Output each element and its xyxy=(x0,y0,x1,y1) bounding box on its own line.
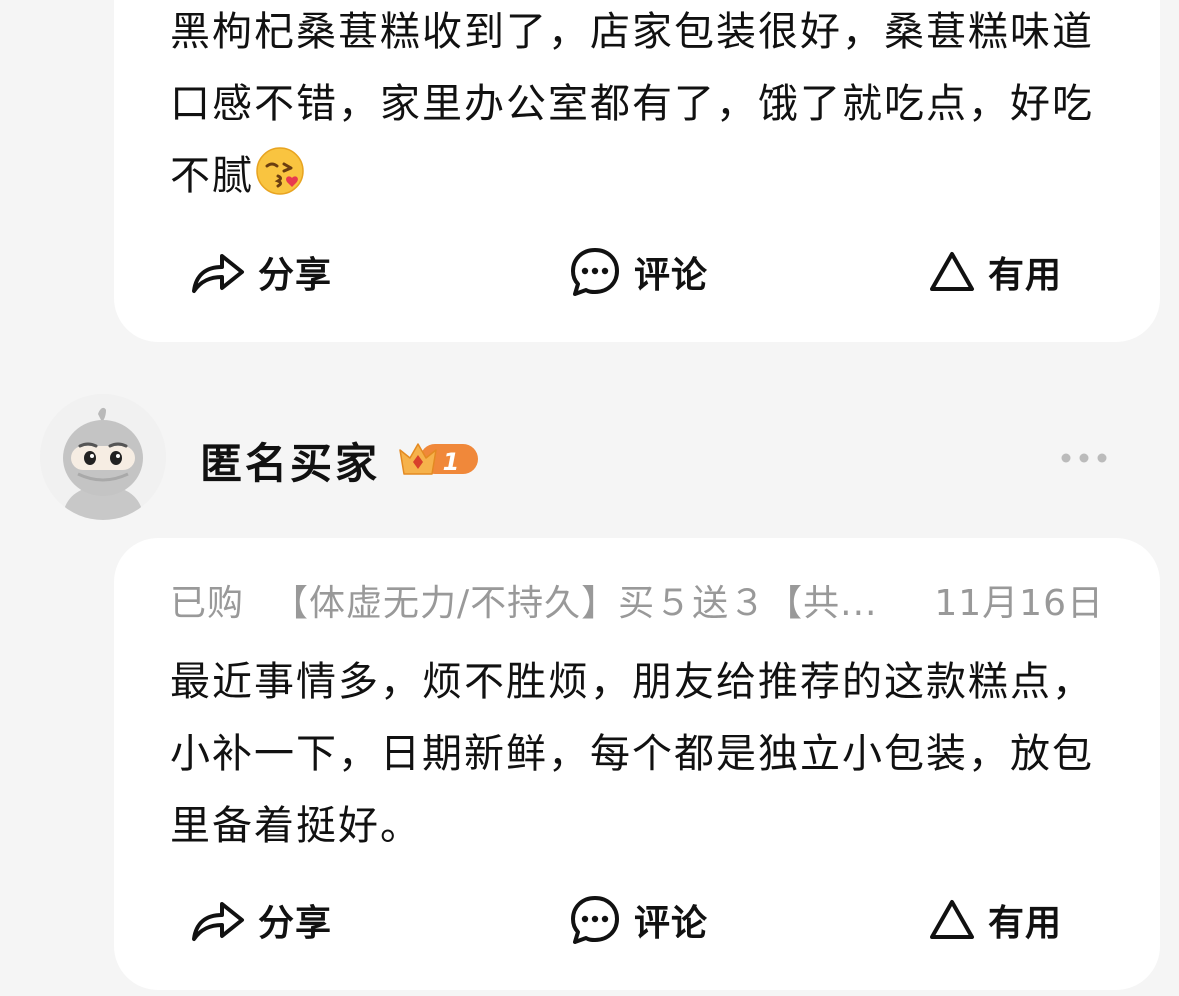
review-actions: 分享 评论 有用 xyxy=(114,242,1160,302)
triangle-useful-icon xyxy=(930,252,974,291)
user-level-number: 1 xyxy=(443,448,460,476)
comment-label: 评论 xyxy=(634,255,709,296)
purchased-variant[interactable]: 【体虚无力/不持久】买５送３【共... xyxy=(272,574,902,626)
share-label: 分享 xyxy=(258,255,333,296)
review-date: 11月16日 xyxy=(934,583,1104,624)
useful-button[interactable]: 有用 xyxy=(928,242,1062,302)
anonymous-ninja-avatar-icon xyxy=(40,394,166,520)
review-feed: 黑枸杞桑葚糕收到了，店家包装很好，桑葚糕味道口感不错，家里办公室都有了，饿了就吃… xyxy=(0,0,1179,996)
useful-label: 有用 xyxy=(988,255,1063,296)
avatar[interactable] xyxy=(40,394,166,520)
username[interactable]: 匿名买家 xyxy=(200,430,380,491)
user-level-badge: 1 xyxy=(398,440,480,482)
review-card-1: 黑枸杞桑葚糕收到了，店家包装很好，桑葚糕味道口感不错，家里办公室都有了，饿了就吃… xyxy=(114,0,1160,342)
more-dots-icon[interactable] xyxy=(1058,448,1110,468)
purchase-info: 已购 【体虚无力/不持久】买５送３【共... 11月16日 xyxy=(170,574,1104,624)
useful-label: 有用 xyxy=(988,903,1063,944)
share-button[interactable]: 分享 xyxy=(190,890,332,950)
comment-button[interactable]: 评论 xyxy=(568,890,708,950)
triangle-useful-icon xyxy=(930,900,974,939)
comment-label: 评论 xyxy=(634,903,709,944)
comment-bubble-icon xyxy=(571,248,619,296)
purchased-label: 已购 xyxy=(170,583,245,624)
review-text: 最近事情多，烦不胜烦，朋友给推荐的这款糕点，小补一下，日期新鲜，每个都是独立小包… xyxy=(170,659,1094,849)
useful-button[interactable]: 有用 xyxy=(928,890,1062,950)
share-arrow-icon xyxy=(192,254,244,293)
share-arrow-icon xyxy=(192,902,244,941)
share-label: 分享 xyxy=(258,903,333,944)
review-text: 黑枸杞桑葚糕收到了，店家包装很好，桑葚糕味道口感不错，家里办公室都有了，饿了就吃… xyxy=(170,9,1094,199)
review-actions: 分享 评论 有用 xyxy=(114,890,1160,950)
comment-bubble-icon xyxy=(571,896,619,944)
kissing-face-emoji-icon xyxy=(256,147,304,195)
review-card-2: 已购 【体虚无力/不持久】买５送３【共... 11月16日 最近事情多，烦不胜烦… xyxy=(114,538,1160,990)
share-button[interactable]: 分享 xyxy=(190,242,332,302)
comment-button[interactable]: 评论 xyxy=(568,242,708,302)
review-user-row: 匿名买家 xyxy=(0,392,1179,522)
